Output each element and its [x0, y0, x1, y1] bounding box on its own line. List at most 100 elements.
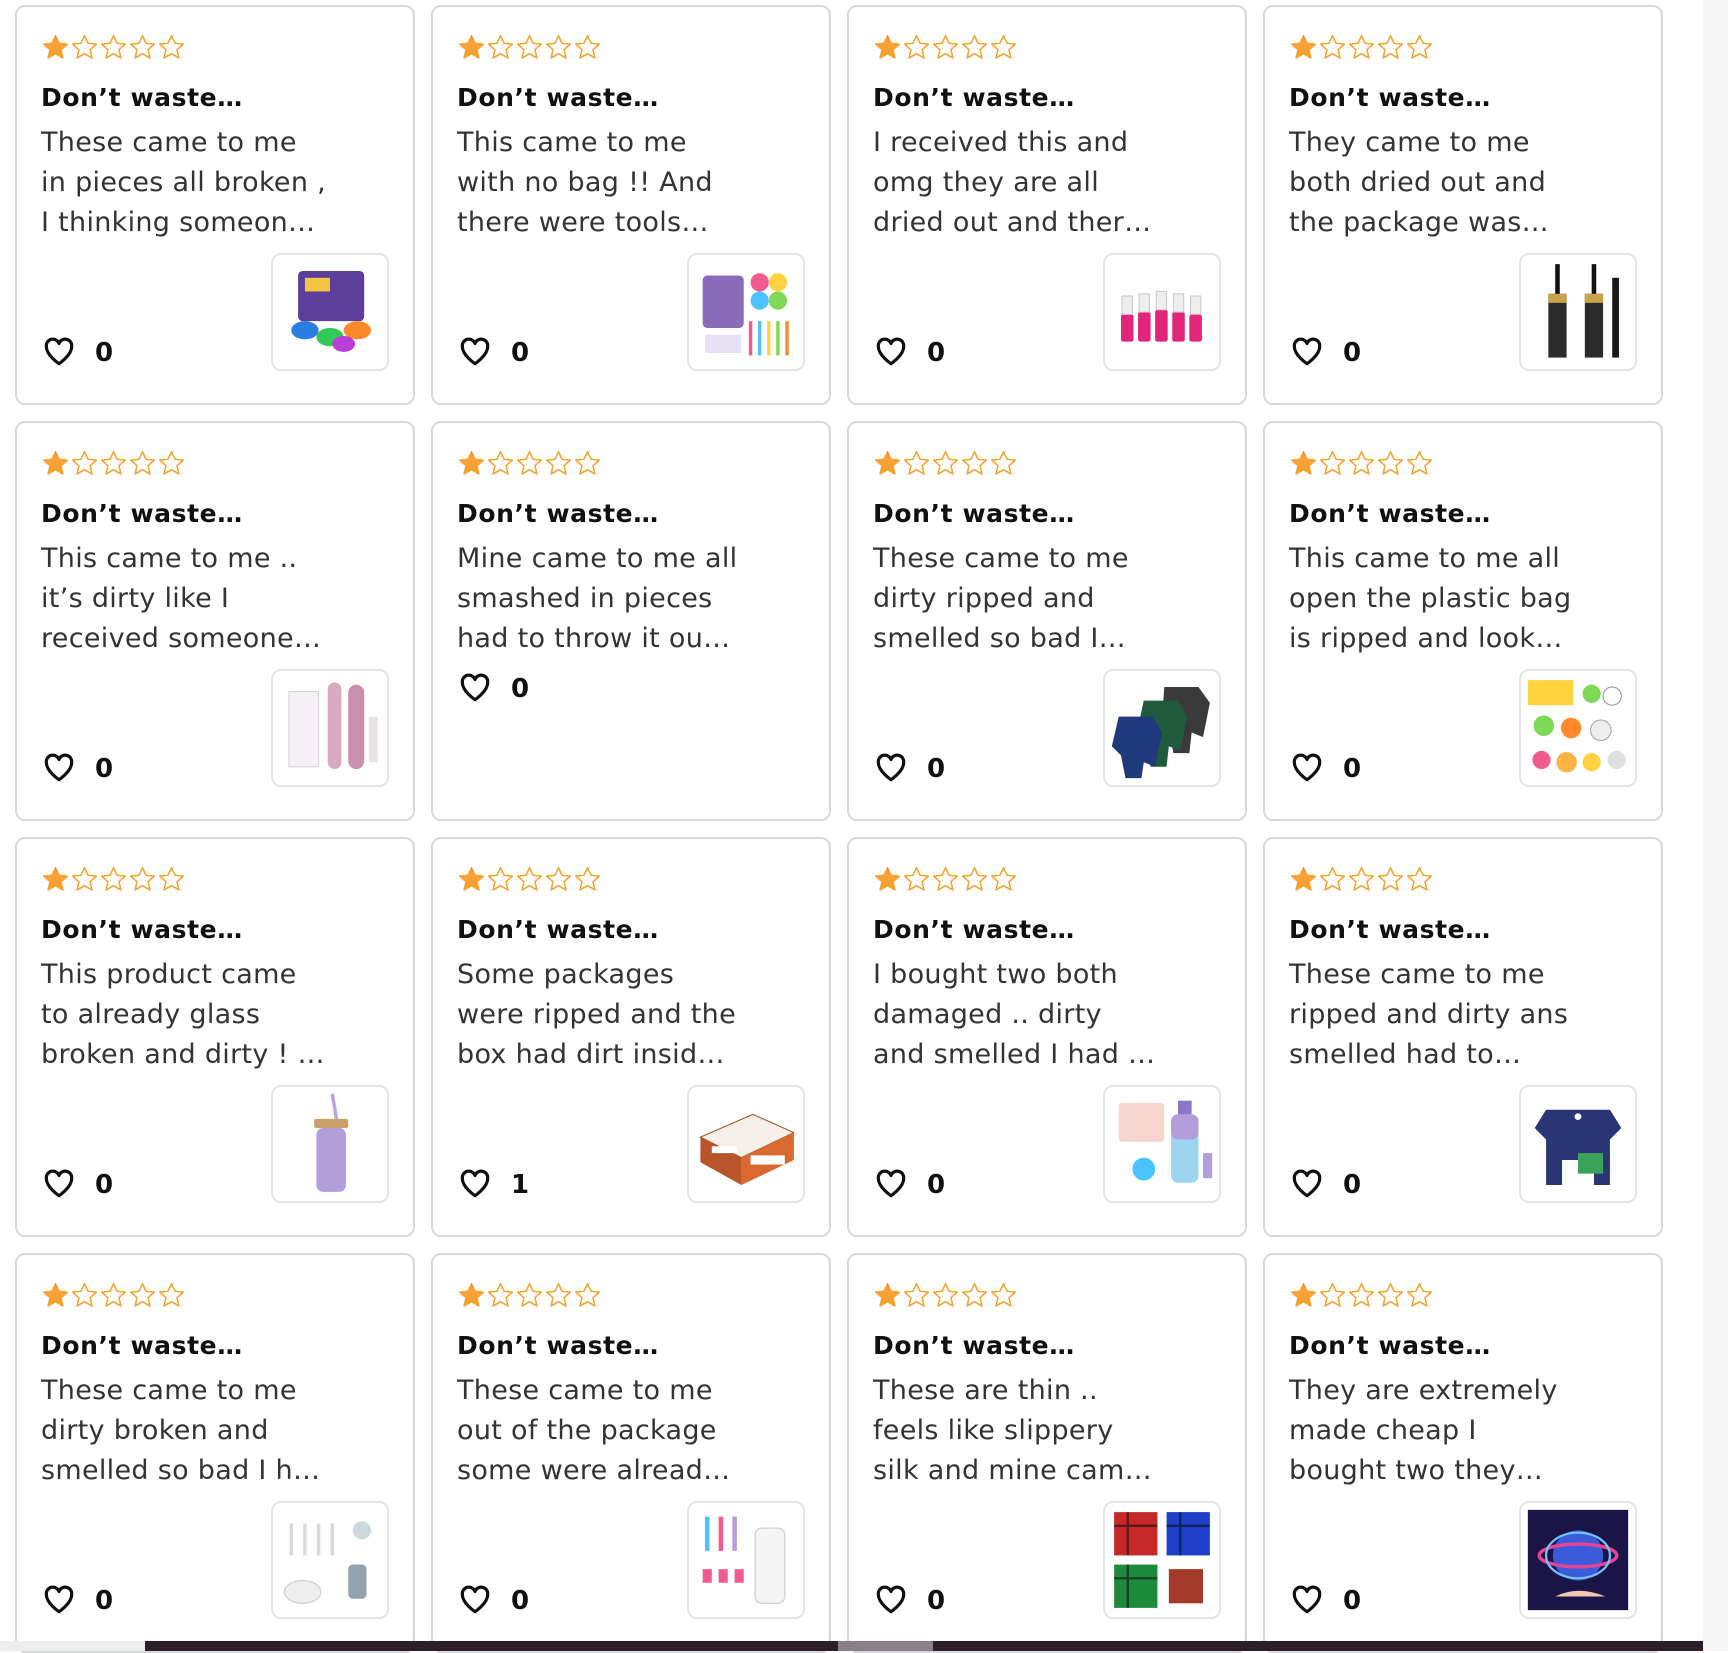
- review-text[interactable]: This came to me with no bag !! And there w…: [457, 123, 737, 243]
- dog-shirt-product-thumbnail[interactable]: [1519, 1085, 1637, 1203]
- review-text[interactable]: This came to me all open the plastic bag i…: [1289, 539, 1571, 659]
- heart-icon[interactable]: [875, 1168, 907, 1202]
- review-title[interactable]: Don’t waste…: [1289, 83, 1491, 113]
- review-card[interactable]: Don’t waste… I received this and omg they …: [847, 5, 1247, 405]
- vertical-scrollbar[interactable]: [1703, 0, 1728, 1651]
- review-card[interactable]: Don’t waste… I bought two both damaged .. …: [847, 837, 1247, 1237]
- review-text[interactable]: Mine came to me all smashed in pieces had …: [457, 539, 737, 659]
- review-title[interactable]: Don’t waste…: [873, 1331, 1075, 1361]
- tumbler-product-thumbnail[interactable]: [271, 1085, 389, 1203]
- review-text[interactable]: They are extremely made cheap I bought two…: [1289, 1371, 1569, 1491]
- review-card[interactable]: Don’t waste… They came to me both dried ou…: [1263, 5, 1663, 405]
- review-card[interactable]: Don’t waste… They are extremely made cheap…: [1263, 1253, 1663, 1653]
- like-button[interactable]: 0: [43, 1167, 113, 1203]
- review-title[interactable]: Don’t waste…: [41, 499, 243, 529]
- review-card[interactable]: Don’t waste… These came to me in pieces al…: [15, 5, 415, 405]
- star-icon: [989, 449, 1018, 481]
- review-title[interactable]: Don’t waste…: [1289, 499, 1491, 529]
- straw-toppers-product-thumbnail[interactable]: [687, 1501, 805, 1619]
- review-card[interactable]: Don’t waste… This product came to already …: [15, 837, 415, 1237]
- review-title[interactable]: Don’t waste…: [1289, 915, 1491, 945]
- like-button[interactable]: 0: [459, 1583, 529, 1619]
- review-text[interactable]: They came to me both dried out and the pac…: [1289, 123, 1569, 243]
- plaid-pajamas-product-thumbnail[interactable]: [1103, 1501, 1221, 1619]
- heart-icon[interactable]: [1291, 1168, 1323, 1202]
- mascara-product-thumbnail[interactable]: [1519, 253, 1637, 371]
- heart-icon[interactable]: [43, 336, 75, 370]
- heart-icon[interactable]: [1291, 752, 1323, 786]
- like-button[interactable]: 0: [875, 751, 945, 787]
- snack-box-product-thumbnail[interactable]: [687, 1085, 805, 1203]
- like-button[interactable]: 0: [875, 1583, 945, 1619]
- trimmer-product-thumbnail[interactable]: [271, 669, 389, 787]
- like-button[interactable]: 0: [43, 335, 113, 371]
- review-text[interactable]: I bought two both damaged .. dirty and sme…: [873, 955, 1155, 1075]
- review-text[interactable]: These came to me out of the package some w…: [457, 1371, 737, 1491]
- like-button[interactable]: 0: [1291, 751, 1361, 787]
- heart-icon[interactable]: [459, 1168, 491, 1202]
- talking-buttons-product-thumbnail[interactable]: [271, 253, 389, 371]
- heart-icon[interactable]: [1291, 336, 1323, 370]
- like-button[interactable]: 0: [1291, 1167, 1361, 1203]
- heart-icon[interactable]: [875, 336, 907, 370]
- review-title[interactable]: Don’t waste…: [457, 915, 659, 945]
- review-text[interactable]: Some packages were ripped and the box had …: [457, 955, 737, 1075]
- like-button[interactable]: 0: [43, 1583, 113, 1619]
- horizontal-scrollbar-thumb[interactable]: [838, 1641, 933, 1651]
- review-card[interactable]: Don’t waste… This came to me all open the …: [1263, 421, 1663, 821]
- like-button[interactable]: 0: [1291, 335, 1361, 371]
- review-text[interactable]: These came to me ripped and dirty ans smel…: [1289, 955, 1569, 1075]
- review-title[interactable]: Don’t waste…: [457, 1331, 659, 1361]
- heart-icon[interactable]: [875, 752, 907, 786]
- star-icon: [515, 449, 544, 481]
- star-icon: [1405, 1281, 1434, 1313]
- like-button[interactable]: 0: [1291, 1583, 1361, 1619]
- review-text[interactable]: This product came to already glass broken …: [41, 955, 325, 1075]
- review-card[interactable]: Don’t waste… These came to me ripped and d…: [1263, 837, 1663, 1237]
- review-card[interactable]: Don’t waste… These came to me dirty ripped…: [847, 421, 1247, 821]
- stickers-product-thumbnail[interactable]: [1519, 669, 1637, 787]
- heart-icon[interactable]: [459, 672, 491, 706]
- flying-orb-product-thumbnail[interactable]: [1519, 1501, 1637, 1619]
- like-button[interactable]: 0: [875, 335, 945, 371]
- nail-polish-product-thumbnail[interactable]: [1103, 253, 1221, 371]
- review-title[interactable]: Don’t waste…: [41, 83, 243, 113]
- review-card[interactable]: Don’t waste… These came to me out of the p…: [431, 1253, 831, 1653]
- review-text[interactable]: This came to me .. it’s dirty like I recei…: [41, 539, 321, 659]
- straw-set-product-thumbnail[interactable]: [271, 1501, 389, 1619]
- review-title[interactable]: Don’t waste…: [873, 83, 1075, 113]
- review-title[interactable]: Don’t waste…: [41, 1331, 243, 1361]
- like-button[interactable]: 0: [875, 1167, 945, 1203]
- review-title[interactable]: Don’t waste…: [41, 915, 243, 945]
- review-card[interactable]: Don’t waste… Mine came to me all smashed i…: [431, 421, 831, 821]
- water-bottle-product-thumbnail[interactable]: [1103, 1085, 1221, 1203]
- heart-icon[interactable]: [43, 1584, 75, 1618]
- review-card[interactable]: Don’t waste… These came to me dirty broken…: [15, 1253, 415, 1653]
- dog-pajamas-product-thumbnail[interactable]: [1103, 669, 1221, 787]
- craft-kit-product-thumbnail[interactable]: [687, 253, 805, 371]
- review-card[interactable]: Don’t waste… Some packages were ripped and…: [431, 837, 831, 1237]
- review-card[interactable]: Don’t waste… This came to me with no bag !…: [431, 5, 831, 405]
- review-text[interactable]: I received this and omg they are all dried…: [873, 123, 1153, 243]
- heart-icon[interactable]: [43, 752, 75, 786]
- review-title[interactable]: Don’t waste…: [1289, 1331, 1491, 1361]
- heart-icon[interactable]: [459, 1584, 491, 1618]
- like-button[interactable]: 1: [459, 1167, 529, 1203]
- like-button[interactable]: 0: [459, 335, 529, 371]
- review-title[interactable]: Don’t waste…: [457, 83, 659, 113]
- heart-icon[interactable]: [459, 336, 491, 370]
- review-text[interactable]: These came to me dirty ripped and smelled …: [873, 539, 1153, 659]
- review-title[interactable]: Don’t waste…: [873, 499, 1075, 529]
- like-button[interactable]: 0: [43, 751, 113, 787]
- review-title[interactable]: Don’t waste…: [873, 915, 1075, 945]
- review-card[interactable]: Don’t waste… These are thin .. feels like …: [847, 1253, 1247, 1653]
- review-text[interactable]: These came to me dirty broken and smelled …: [41, 1371, 321, 1491]
- review-card[interactable]: Don’t waste… This came to me .. it’s dirty…: [15, 421, 415, 821]
- heart-icon[interactable]: [1291, 1584, 1323, 1618]
- heart-icon[interactable]: [43, 1168, 75, 1202]
- like-button[interactable]: 0: [459, 671, 529, 707]
- review-text[interactable]: These came to me in pieces all broken , I …: [41, 123, 326, 243]
- review-title[interactable]: Don’t waste…: [457, 499, 659, 529]
- review-text[interactable]: These are thin .. feels like slippery silk…: [873, 1371, 1153, 1491]
- heart-icon[interactable]: [875, 1584, 907, 1618]
